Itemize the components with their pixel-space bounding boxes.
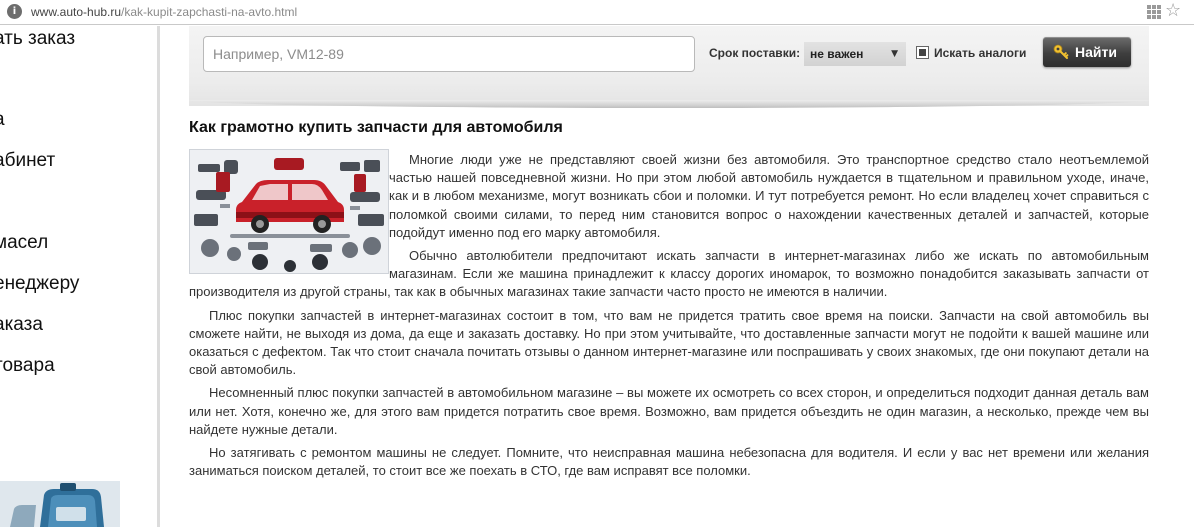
sidebar-item-2[interactable]: а (0, 109, 5, 131)
article-paragraph-5: Но затягивать с ремонтом машины не следу… (189, 445, 1149, 479)
sidebar: ать заказ а абинет масел енеджеру аказа … (0, 26, 160, 527)
article-title: Как грамотно купить запчасти для автомоб… (189, 119, 563, 136)
url-field[interactable]: www.auto-hub.ru/kak-kupit-zapchasti-na-a… (31, 4, 297, 20)
delivery-time-label: Срок поставки: (709, 46, 801, 60)
url-host: www.auto-hub.ru (31, 5, 122, 19)
key-icon (1053, 44, 1069, 59)
apps-grid-icon[interactable] (1147, 5, 1161, 19)
sidebar-item-cabinet[interactable]: абинет (0, 150, 55, 172)
bookmark-star-icon[interactable]: ☆ (1165, 1, 1181, 21)
search-analogs-label[interactable]: Искать аналоги (934, 45, 1026, 61)
article-paragraph-3: Плюс покупки запчастей в интернет-магази… (189, 307, 1149, 378)
image-spacer (189, 151, 389, 275)
part-number-search-input[interactable] (203, 36, 695, 72)
delivery-time-value: не важен (810, 47, 864, 61)
sidebar-item-order-status[interactable]: аказа (0, 314, 43, 336)
site-info-icon[interactable]: i (7, 4, 22, 19)
sidebar-item-goods[interactable]: товара (0, 355, 55, 377)
search-panel-shelf (189, 100, 1149, 108)
sidebar-item-manager[interactable]: енеджеру (0, 273, 79, 295)
search-panel: Срок поставки: не важен ▼ Искать аналоги… (189, 26, 1149, 108)
article-paragraph-4: Несомненный плюс покупки запчастей в авт… (189, 385, 1149, 437)
sidebar-item-order[interactable]: ать заказ (0, 28, 75, 50)
delivery-time-select[interactable]: не важен ▼ (804, 42, 906, 66)
find-button[interactable]: Найти (1043, 37, 1131, 67)
sidebar-promo-image[interactable] (0, 481, 120, 527)
oil-canister-image (0, 481, 120, 527)
url-path: /kak-kupit-zapchasti-na-avto.html (121, 5, 298, 19)
check-mark-icon (919, 49, 926, 56)
sidebar-item-oils[interactable]: масел (0, 232, 48, 254)
find-button-label: Найти (1075, 44, 1117, 60)
search-analogs-checkbox[interactable] (916, 46, 929, 59)
article-body: Многие люди уже не представляют своей жи… (189, 151, 1149, 484)
chevron-down-icon: ▼ (891, 49, 898, 59)
browser-address-bar: i www.auto-hub.ru/kak-kupit-zapchasti-na… (0, 0, 1194, 25)
